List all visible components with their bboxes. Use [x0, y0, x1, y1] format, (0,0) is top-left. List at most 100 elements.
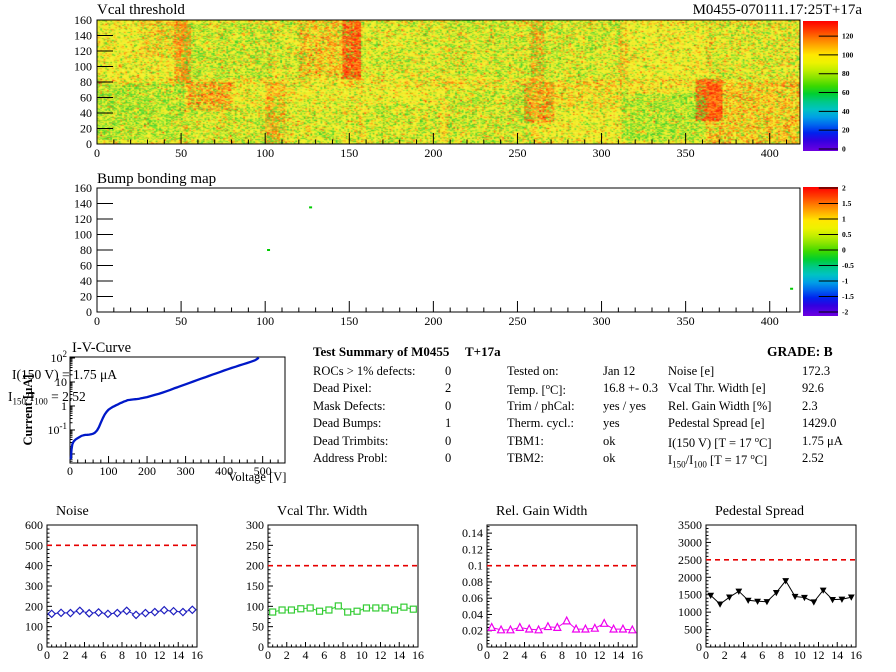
- summary-label: Trim / phCal:: [507, 398, 575, 413]
- tick-label: 0: [842, 145, 846, 154]
- data-marker: [75, 606, 85, 616]
- tick-label: 0.5: [842, 230, 852, 239]
- tick-label: 140: [74, 29, 92, 43]
- tick-label: 0.08: [462, 575, 483, 589]
- tick-label: 200: [246, 559, 264, 573]
- summary-temp-label: T+17a: [465, 344, 501, 359]
- iv-curve-series: [69, 356, 260, 460]
- data-marker: [94, 607, 104, 617]
- tick-label: 12: [813, 648, 825, 662]
- x-axis: 0 2 4 6 8 10 12 14 16: [44, 642, 203, 662]
- summary-label: TBM2:: [507, 451, 544, 465]
- tick-label: 12: [375, 648, 387, 662]
- vcal-threshold-panel: Vcal threshold M0455-070111.17:25T+17a 0…: [0, 0, 896, 168]
- series: [487, 615, 637, 634]
- tick-label: 300: [246, 518, 264, 532]
- tick-label: 100: [842, 50, 854, 59]
- series-line: [710, 579, 852, 605]
- tick-label: 120: [842, 32, 854, 41]
- data-marker: [801, 594, 808, 602]
- summary-label: Therm. cycl.:: [507, 416, 574, 431]
- tick-label: 100: [246, 599, 264, 613]
- tick-label: 0.06: [462, 591, 483, 605]
- summary-value: 0: [445, 398, 452, 413]
- pedestal-plot: 0 2 4 6 8 10 12 14 16050010001500200025003000350…: [678, 518, 862, 662]
- data-marker: [334, 602, 342, 610]
- summary-label: Rel. Gain Width [%]: [668, 398, 772, 413]
- tick-label: 8: [119, 648, 125, 662]
- tick-label: 12: [154, 648, 166, 662]
- tick-label: 2: [842, 184, 846, 193]
- data-marker: [287, 606, 296, 614]
- plot-frame: [69, 356, 286, 464]
- tick-label: 0: [94, 314, 100, 328]
- tick-label: 40: [842, 107, 850, 116]
- summary-value: 0: [445, 364, 452, 378]
- summary-value: 1.75 μA: [802, 433, 843, 448]
- tick-label: 200: [424, 314, 442, 328]
- data-marker: [56, 608, 66, 618]
- tick-label: 8: [559, 648, 565, 662]
- summary-value: yes: [603, 416, 620, 431]
- tick-label: 2000: [678, 570, 702, 584]
- rel-gain-plot-panel: Rel. Gain Width 0 2 4 6 8 10 12 14 16 0 0.02 0.04 0.…: [440, 500, 659, 672]
- data-marker: [543, 621, 553, 631]
- tick-label: 200: [424, 146, 442, 160]
- tick-label: 8: [340, 648, 346, 662]
- data-marker: [829, 596, 836, 604]
- tick-label: 0: [37, 640, 43, 654]
- data-marker: [269, 608, 277, 616]
- tick-label: 400: [215, 464, 233, 478]
- x-axis: 0 2 4 6 8 10 12 14 16: [265, 642, 424, 662]
- data-marker: [103, 609, 113, 619]
- tick-label: 6: [540, 648, 546, 662]
- defect-dot: [790, 287, 794, 290]
- tick-label: 0: [44, 648, 50, 662]
- summary-label: Pedestal Spread [e]: [668, 416, 765, 431]
- tick-label: 0: [842, 246, 846, 255]
- data-marker: [169, 606, 179, 616]
- data-marker: [65, 608, 75, 618]
- colorbar-gradient: [803, 21, 838, 151]
- tick-label: 14: [393, 648, 405, 662]
- summary-value: 16.8 +- 0.3: [603, 381, 658, 396]
- tick-label: 60: [80, 91, 92, 105]
- tick-label: -1: [842, 277, 848, 286]
- tick-label: 0: [696, 640, 702, 654]
- data-marker: [47, 609, 57, 619]
- tick-label: 20: [80, 290, 92, 304]
- x-axis: 0 2 4 6 8 10 12 14 16: [703, 642, 862, 662]
- summary-label: Mask Defects:: [313, 398, 386, 413]
- summary-label: I(150 V) [T = 17 oC]: [668, 433, 772, 450]
- tick-label: 100: [256, 146, 274, 160]
- tick-label: 300: [177, 464, 195, 478]
- tick-label: 4: [741, 648, 747, 662]
- tick-label: 350: [677, 146, 695, 160]
- data-marker: [810, 599, 818, 606]
- tick-label: 8: [778, 648, 784, 662]
- pedestal-plot-panel: Pedestal Spread 0 2 4 6 8 10 12 14 16 0 500 1000 150…: [659, 500, 896, 672]
- tick-label: 100: [100, 464, 118, 478]
- summary-value: yes / yes: [603, 398, 647, 413]
- tick-label: 40: [80, 274, 92, 288]
- tick-label: 0.12: [462, 542, 483, 556]
- data-marker: [590, 623, 600, 632]
- tick-label: -2: [842, 308, 848, 317]
- summary-value: 2.52: [802, 451, 824, 465]
- data-marker: [716, 601, 724, 608]
- data-marker: [178, 607, 188, 617]
- data-marker: [150, 607, 160, 617]
- tick-label: 16: [850, 648, 862, 662]
- data-marker: [306, 604, 314, 612]
- summary-label: Dead Bumps:: [313, 416, 382, 431]
- tick-label: 0: [484, 648, 490, 662]
- plot-frame: [96, 19, 801, 145]
- iv-curve-plot: 0 100 200 300 400 500 10-1 1 10 102: [48, 349, 286, 478]
- tick-label: 2: [722, 648, 728, 662]
- tick-label: 250: [246, 538, 264, 552]
- tick-label: 60: [80, 259, 92, 273]
- tick-label: 4: [522, 648, 528, 662]
- tick-label: 10: [794, 648, 806, 662]
- tick-label: 6: [321, 648, 327, 662]
- tick-label: 250: [508, 314, 526, 328]
